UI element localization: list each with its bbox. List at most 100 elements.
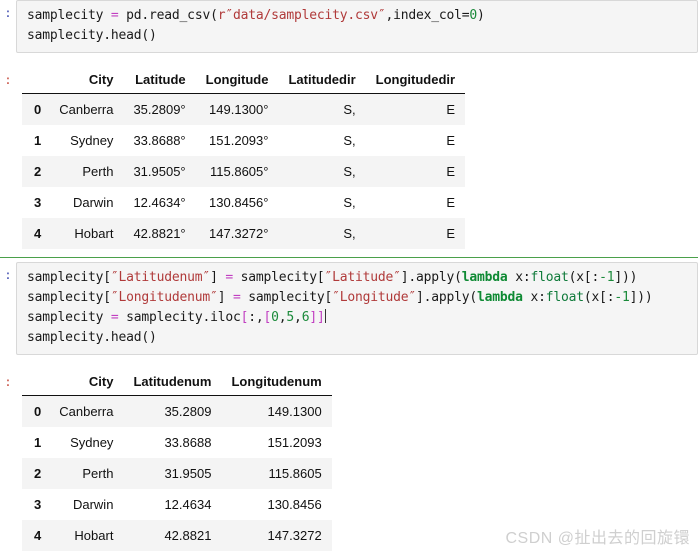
row-index-cell: 3: [34, 497, 42, 512]
table-row: 3 Darwin 12.4634 130.8456: [22, 489, 332, 520]
table-cell: Darwin: [72, 497, 114, 512]
table-cell: Sydney: [70, 435, 114, 450]
code-line: samplecity = samplecity.iloc[:,[0,5,6]]: [27, 308, 689, 328]
table-cell: 31.9505°: [123, 156, 196, 187]
code-token: ]: [210, 270, 226, 285]
table-cell: 149.1300: [221, 395, 332, 427]
code-token: x:: [507, 270, 531, 285]
table-cell: E: [365, 93, 466, 125]
table-cell: Hobart: [49, 520, 124, 551]
table-cell: Canberra: [49, 395, 124, 427]
table-cell: S,: [343, 133, 356, 148]
code-token: samplecity.iloc: [118, 310, 241, 325]
input-prompt-1: :: [4, 7, 12, 21]
table-header-row: City Latitudenum Longitudenum: [22, 369, 332, 396]
table-cell: 12.4634°: [133, 195, 186, 210]
table-header-row: City Latitude Longitude Latitudedir Longitud…: [22, 67, 466, 94]
table-cell: 151.2093°: [209, 133, 269, 148]
code-token: ″Longitude″: [332, 290, 417, 305]
text-caret: [324, 309, 326, 323]
code-token: (x[:: [568, 270, 600, 285]
table-cell: Sydney: [70, 133, 114, 148]
code-token: x:: [522, 290, 546, 305]
code-token: 0: [271, 310, 279, 325]
code-token: [: [263, 310, 272, 325]
code-token: samplecity: [27, 310, 111, 325]
column-header: Latitude: [123, 67, 196, 94]
output-prompt-1: :: [4, 74, 12, 88]
code-cell-2-row: : samplecity[″Latitudenum″] = samplecity…: [0, 262, 698, 355]
row-index-cell: 4: [22, 520, 50, 551]
table-cell: 130.8456°: [209, 195, 269, 210]
row-index-cell: 0: [22, 93, 50, 125]
code-line: samplecity[″Latitudenum″] = samplecity[″…: [27, 268, 689, 288]
table-row: 2 Perth 31.9505 115.8605: [22, 458, 332, 489]
output-prompt-2: :: [4, 376, 12, 390]
table-cell: E: [365, 218, 466, 249]
code-token: ): [477, 8, 485, 23]
code-line: samplecity.head(): [27, 26, 689, 46]
code-token: -1: [599, 270, 615, 285]
column-header: City: [49, 369, 124, 396]
code-token: pd.read_csv(: [118, 8, 218, 23]
table-cell: 33.8688: [164, 435, 212, 450]
column-header: Longitudedir: [365, 67, 466, 94]
column-header: Longitudenum: [221, 369, 332, 396]
table-cell: Canberra: [49, 93, 124, 125]
code-token: =: [232, 290, 241, 305]
row-index-cell: 3: [34, 195, 42, 210]
table-cell: 147.3272°: [195, 218, 279, 249]
code-token: ″Latitudenum″: [110, 270, 211, 285]
row-index-cell: 2: [22, 458, 50, 489]
code-cell-1-row: : samplecity = pd.read_csv(r″data/sample…: [0, 0, 698, 53]
table-cell: 147.3272: [221, 520, 332, 551]
table-cell: Perth: [49, 458, 124, 489]
table-row: 1 Sydney 33.8688 151.2093: [22, 427, 332, 458]
column-header: Longitude: [195, 67, 279, 94]
code-editor-2[interactable]: samplecity[″Latitudenum″] = samplecity[″…: [16, 262, 698, 355]
row-index-cell: 1: [34, 133, 42, 148]
code-token: :,: [248, 310, 264, 325]
table-row: 2 Perth 31.9505° 115.8605° S, E: [22, 156, 466, 187]
code-line: samplecity = pd.read_csv(r″data/sampleci…: [27, 6, 689, 26]
code-token: ].apply(: [416, 290, 478, 305]
code-token: =: [225, 270, 233, 285]
output-cell-1-row: : City Latitude Longitude Latitudedir Longit…: [0, 67, 698, 249]
code-token: 0: [469, 8, 478, 23]
table-cell: S,: [278, 218, 366, 249]
row-index-cell: 4: [22, 218, 50, 249]
table-cell: E: [446, 195, 456, 210]
table-cell: S,: [278, 93, 366, 125]
code-editor-1[interactable]: samplecity = pd.read_csv(r″data/sampleci…: [16, 0, 698, 53]
row-index-cell: 2: [22, 156, 50, 187]
table-cell: E: [365, 156, 466, 187]
watermark: CSDN @扯出去的回旋镮: [505, 530, 690, 547]
code-token: r″data/samplecity.csv″: [217, 8, 386, 23]
table-cell: 115.8605°: [195, 156, 279, 187]
code-token: lambda: [461, 270, 508, 285]
table-cell: Perth: [49, 156, 124, 187]
column-header: Latitudedir: [278, 67, 366, 94]
table-cell: 115.8605: [221, 458, 332, 489]
table-cell: 35.2809: [123, 395, 222, 427]
table-row: 3 Darwin 12.4634° 130.8456° S, E: [22, 187, 465, 218]
code-token: ″Latitude″: [324, 270, 401, 285]
table-row: 0 Canberra 35.2809° 149.1300° S, E: [22, 93, 466, 125]
index-column-header: [22, 369, 50, 396]
table-row: 0 Canberra 35.2809 149.1300: [22, 395, 332, 427]
code-token: ]: [217, 290, 233, 305]
column-header: City: [49, 67, 124, 94]
column-header: Latitudenum: [123, 369, 222, 396]
table-row: 4 Hobart 42.8821° 147.3272° S, E: [22, 218, 466, 249]
dataframe-output-1: City Latitude Longitude Latitudedir Longitud…: [16, 67, 698, 249]
row-index-cell: 0: [22, 395, 50, 427]
code-token: samplecity[: [232, 270, 325, 285]
table-cell: Hobart: [49, 218, 124, 249]
table-cell: 130.8456: [267, 497, 322, 512]
code-line: samplecity.head(): [27, 328, 689, 348]
code-line: samplecity[″Longitudenum″] = samplecity[…: [27, 288, 689, 308]
index-column-header: [22, 67, 50, 94]
table-cell: S,: [278, 156, 366, 187]
